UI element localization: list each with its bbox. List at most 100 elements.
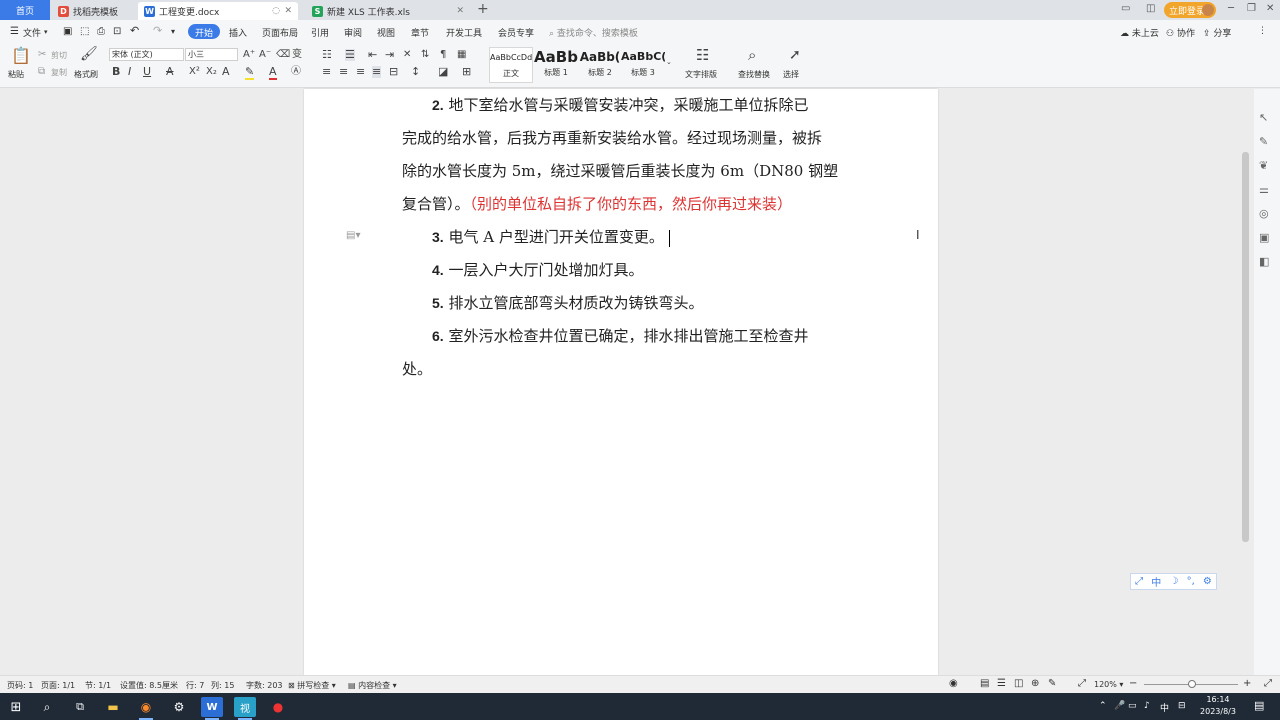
copy-icon[interactable]: ⧉ (38, 66, 45, 78)
ime-expand-icon[interactable]: ⤢ (1135, 576, 1143, 587)
backup-icon[interactable]: ▣ (1259, 231, 1269, 244)
video-app-icon[interactable]: 视 (234, 697, 256, 720)
outline-view-icon[interactable]: ☰ (997, 678, 1006, 689)
copy-button[interactable]: 复制 (51, 67, 67, 78)
zoom-level[interactable]: 120% ▾ (1094, 680, 1123, 689)
paragraph-item-3[interactable]: 3. 电气 A 户型进门开关位置变更。 (402, 221, 847, 254)
numbered-list-icon[interactable]: ☰ (345, 49, 355, 61)
spell-check-button[interactable]: ⊠ 拼写检查 ▾ (288, 680, 336, 691)
font-name-select[interactable]: 宋体 (正文) (109, 48, 184, 61)
location-icon[interactable]: ◎ (1259, 207, 1269, 220)
input-method-icon[interactable]: ⊟ (1178, 701, 1186, 711)
windows-start-icon[interactable]: ⊞ (5, 697, 27, 717)
login-button[interactable]: 立即登录 (1164, 2, 1216, 18)
status-words[interactable]: 字数: 203 (246, 680, 283, 691)
skin-icon[interactable]: ◫ (1146, 3, 1155, 14)
write-mode-icon[interactable]: ✎ (1048, 678, 1056, 689)
print-preview-icon[interactable]: ⊡ (113, 26, 121, 37)
strikethrough-icon[interactable]: A (166, 66, 174, 78)
cut-button[interactable]: 剪切 (51, 50, 67, 61)
web-view-icon[interactable]: ⊕ (1031, 678, 1039, 689)
style-icon[interactable]: ❦ (1259, 159, 1268, 172)
more-icon[interactable]: ⋮ (1258, 26, 1268, 36)
tray-expand-icon[interactable]: ⌃ (1099, 701, 1107, 711)
zoom-slider-thumb[interactable] (1188, 680, 1196, 688)
taskbar-clock[interactable]: 16:14 2023/8/3 (1197, 694, 1239, 718)
window-layout-icon[interactable]: ▭ (1121, 3, 1130, 14)
find-replace-button[interactable]: 查找替换 (738, 69, 770, 80)
bold-icon[interactable]: B (112, 66, 120, 78)
command-search[interactable]: ⌕ 查找命令、搜索模板 (549, 26, 638, 39)
font-size-select[interactable]: 小三 (185, 48, 238, 61)
settings-gear-icon[interactable]: ⚙ (168, 697, 190, 717)
menu-item-review[interactable]: 审阅 (344, 26, 362, 39)
search-icon[interactable]: ⌕ (36, 697, 58, 717)
reading-view-icon[interactable]: ◫ (1014, 678, 1023, 689)
menu-item-chapter[interactable]: 章节 (411, 26, 429, 39)
style-heading-1[interactable]: AaBb 标题 1 (534, 47, 578, 83)
minimize-icon[interactable]: ─ (1228, 3, 1234, 14)
volume-icon[interactable]: ♪ (1144, 701, 1150, 711)
eye-protection-icon[interactable]: ◉ (949, 678, 958, 689)
format-painter-button[interactable]: 格式刷 (74, 69, 98, 80)
tab-spreadsheet[interactable]: S 新建 XLS 工作表.xls ✕ (306, 2, 470, 20)
export-pdf-icon[interactable]: ⬚ (80, 26, 89, 37)
ime-settings-icon[interactable]: ⚙ (1203, 576, 1212, 587)
ime-indicator[interactable]: 中 (1160, 701, 1169, 714)
style-heading-2[interactable]: AaBb( 标题 2 (578, 47, 622, 83)
hamburger-icon[interactable]: ☰ (10, 26, 19, 37)
ime-mode[interactable]: 中 (1151, 574, 1161, 589)
text-layout-icon[interactable]: ☷ (696, 47, 709, 63)
notification-icon[interactable]: ▤ (1254, 699, 1264, 712)
grow-font-icon[interactable]: A⁺ (243, 49, 255, 61)
cut-icon[interactable]: ✂ (38, 49, 46, 61)
paragraph-item-5[interactable]: 5. 排水立管底部弯头材质改为铸铁弯头。 (402, 287, 847, 320)
menu-item-view[interactable]: 视图 (377, 26, 395, 39)
text-effect-icon[interactable]: A (222, 66, 230, 78)
menu-file[interactable]: 文件 (23, 26, 41, 39)
select-cursor-icon[interactable]: ➚ (789, 47, 801, 63)
paragraph-item-6[interactable]: 6. 室外污水检查井位置已确定，排水排出管施工至检查井 处。 (402, 320, 847, 386)
menu-item-home[interactable]: 开始 (188, 24, 221, 39)
fit-page-icon[interactable]: ⤢ (1078, 678, 1086, 689)
paste-icon[interactable]: 📋 (11, 48, 31, 64)
scrollbar-thumb[interactable] (1242, 152, 1249, 542)
tab-home[interactable]: 首页 (0, 0, 50, 20)
line-spacing-icon[interactable]: ↕ (411, 66, 420, 78)
decrease-indent-icon[interactable]: ⇤ (368, 49, 377, 61)
collab-button[interactable]: ⚇ 协作 (1166, 26, 1195, 39)
show-marks-icon[interactable]: ¶ (440, 49, 446, 61)
close-window-icon[interactable]: ✕ (1266, 3, 1274, 14)
cloud-status[interactable]: ☁ 未上云 (1120, 26, 1159, 39)
superscript-icon[interactable]: X² (189, 66, 200, 78)
fullscreen-icon[interactable]: ⤢ (1264, 678, 1272, 689)
firefox-icon[interactable]: ◉ (135, 697, 157, 720)
task-view-icon[interactable]: ⧉ (69, 697, 91, 717)
print-icon[interactable]: ⎙ (97, 26, 105, 37)
align-right-icon[interactable]: ≡ (356, 66, 365, 78)
chinese-layout-icon[interactable]: ✕ (403, 49, 411, 61)
moon-icon[interactable]: ☽ (1169, 576, 1178, 587)
ime-floating-toolbar[interactable]: ⤢ 中 ☽ °, ⚙ (1130, 573, 1217, 590)
char-border-icon[interactable]: Ⓐ (291, 66, 301, 78)
shrink-font-icon[interactable]: A⁻ (259, 49, 271, 61)
phonetic-guide-icon[interactable]: 变 (292, 49, 302, 61)
zoom-in-icon[interactable]: + (1243, 678, 1251, 689)
new-tab-icon[interactable]: + (477, 1, 489, 17)
menu-item-member[interactable]: 会员专享 (498, 26, 534, 39)
distributed-icon[interactable]: ⊟ (389, 66, 398, 78)
select-button[interactable]: 选择 (783, 69, 799, 80)
highlight-icon[interactable]: ✎ (245, 66, 255, 80)
wps-writer-icon[interactable]: W (201, 697, 223, 720)
tab-document-active[interactable]: W 工程变更.docx ◌ ✕ (138, 2, 298, 20)
subscript-icon[interactable]: X₂ (206, 66, 217, 78)
document-page[interactable]: 2. 地下室给水管与采暖管安装冲突，采暖施工单位拆除已 完成的给水管，后我方再重… (304, 89, 938, 675)
increase-indent-icon[interactable]: ⇥ (385, 49, 394, 61)
customize-toolbar-icon[interactable]: ▾ (171, 27, 175, 36)
redo-icon[interactable]: ↷ (153, 24, 162, 37)
paragraph-item-4[interactable]: 4. 一层入户大厅门处增加灯具。 (402, 254, 847, 287)
vertical-scrollbar[interactable] (1241, 89, 1250, 675)
style-normal[interactable]: AaBbCcDd 正文 (489, 47, 533, 83)
menu-item-insert[interactable]: 插入 (229, 26, 247, 39)
pen-icon[interactable]: ✎ (1259, 135, 1268, 148)
